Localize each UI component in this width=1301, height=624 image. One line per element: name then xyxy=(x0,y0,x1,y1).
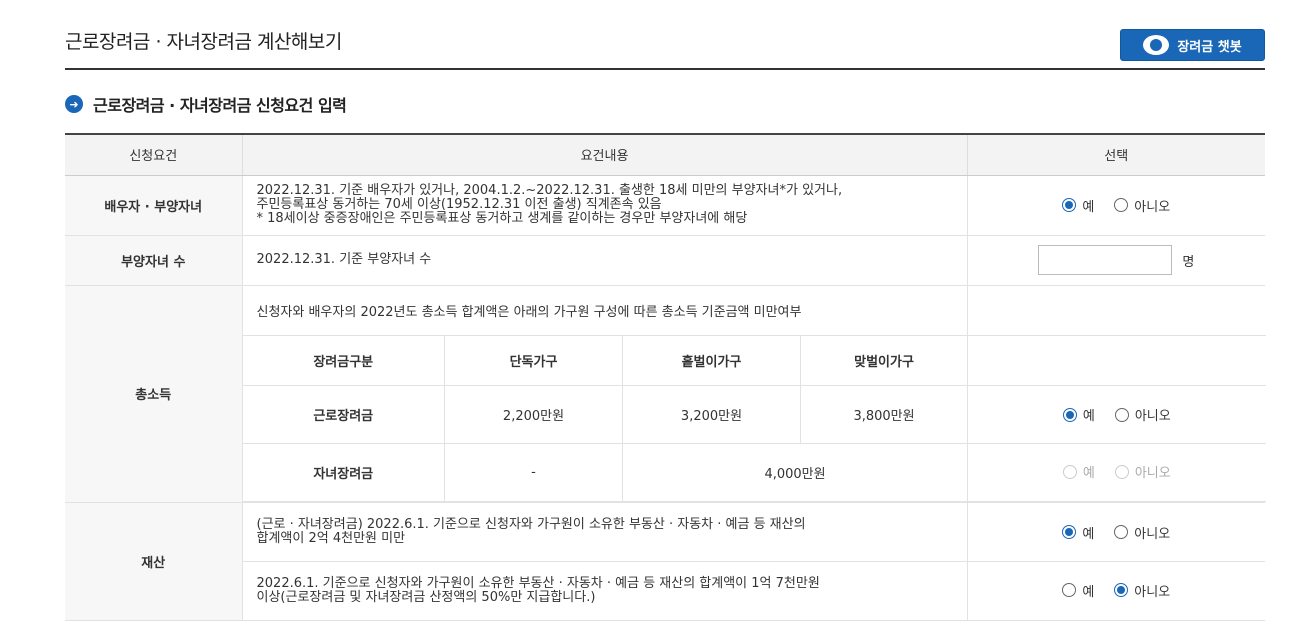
empty-cell xyxy=(967,335,1266,386)
sub-cell: 자녀장려금 xyxy=(242,443,445,502)
header-content: 요건내용 xyxy=(242,133,968,176)
radio-label: 아니오 xyxy=(1134,526,1171,542)
income-subtable: 신청자와 배우자의 2022년도 총소득 합계액은 아래의 가구원 구성에 따른… xyxy=(242,285,1266,502)
label-spouse: 배우자 · 부양자녀 xyxy=(65,175,243,236)
select-property-2: 예 아니오 xyxy=(967,561,1265,621)
income-block: 신청자와 배우자의 2022년도 총소득 합계액은 아래의 가구원 구성에 따른… xyxy=(242,285,1266,503)
children-count-input[interactable] xyxy=(1038,245,1173,275)
select-property-1: 예 아니오 xyxy=(967,502,1265,562)
radio-child-yes[interactable] xyxy=(1062,464,1077,479)
section-title: ➜ 근로장려금 · 자녀장려금 신청요건 입력 xyxy=(65,93,1265,115)
table-row-income: 총소득 신청자와 배우자의 2022년도 총소득 합계액은 아래의 가구원 구성… xyxy=(65,285,1266,503)
label-children: 부양자녀 수 xyxy=(65,235,243,286)
sub-header: 맞벌이가구 xyxy=(799,335,969,386)
page: 근로장려금 · 자녀장려금 계산해보기 장려금 챗봇 ➜ 근로장려금 · 자녀장… xyxy=(65,0,1266,621)
radio-label: 예 xyxy=(1082,409,1095,424)
sub-cell: 3,200만원 xyxy=(622,385,801,444)
content-line: 합계액이 2억 4천만원 미만 xyxy=(256,531,406,546)
radio-label: 예 xyxy=(1082,466,1095,482)
arrow-right-icon: ➜ xyxy=(65,95,83,113)
radio-label: 아니오 xyxy=(1134,199,1171,215)
section-title-text: 근로장려금 · 자녀장려금 신청요건 입력 xyxy=(93,96,347,115)
content-line: 2022.12.31. 기준 배우자가 있거나, 2004.1.2.~2022.… xyxy=(256,183,843,198)
sub-cell: 2,200만원 xyxy=(444,385,623,444)
radio-label: 예 xyxy=(1082,526,1095,542)
radio-property2-yes[interactable] xyxy=(1062,583,1077,598)
chatbot-label: 장려금 챗봇 xyxy=(1177,39,1242,55)
radio-label: 예 xyxy=(1082,199,1095,215)
sub-cell: - xyxy=(444,443,623,502)
radio-label: 아니오 xyxy=(1134,466,1171,482)
sub-cell: 4,000만원 xyxy=(621,443,969,502)
header-select: 선택 xyxy=(967,133,1265,176)
content-line: 2022.6.1. 기준으로 신청자와 가구원이 소유한 부동산 · 자동차 ·… xyxy=(256,576,820,591)
radio-property2-no[interactable] xyxy=(1114,583,1129,598)
label-property: 재산 xyxy=(65,502,243,621)
radio-work-no[interactable] xyxy=(1114,407,1129,422)
radio-work-yes[interactable] xyxy=(1062,407,1077,422)
select-income-child: 예 아니오 xyxy=(967,443,1266,502)
radio-spouse-yes[interactable] xyxy=(1062,198,1077,212)
content-property-2: 2022.6.1. 기준으로 신청자와 가구원이 소유한 부동산 · 자동차 ·… xyxy=(242,561,968,621)
select-income-work: 예 아니오 xyxy=(967,385,1266,444)
content-line: (근로 · 자녀장려금) 2022.6.1. 기준으로 신청자와 가구원이 소유… xyxy=(256,517,806,532)
chatbot-icon xyxy=(1143,35,1170,55)
content-children: 2022.12.31. 기준 부양자녀 수 xyxy=(242,235,968,286)
table-row-property-2: 2022.6.1. 기준으로 신청자와 가구원이 소유한 부동산 · 자동차 ·… xyxy=(65,561,1265,621)
header-requirement: 신청요건 xyxy=(65,133,243,176)
requirements-table: 신청요건 요건내용 선택 배우자 · 부양자녀 2022.12.31. 기준 배… xyxy=(65,133,1266,621)
table-row-children: 부양자녀 수 2022.12.31. 기준 부양자녀 수 명 xyxy=(65,235,1265,286)
sub-cell: 근로장려금 xyxy=(242,385,445,444)
page-title: 근로장려금 · 자녀장려금 계산해보기 xyxy=(65,31,342,53)
chatbot-button[interactable]: 장려금 챗봇 xyxy=(1120,29,1265,61)
radio-property1-no[interactable] xyxy=(1114,525,1129,539)
sub-header: 장려금구분 xyxy=(242,335,445,386)
content-line: 이상(근로장려금 및 자녀장려금 산정액의 50%만 지급합니다.) xyxy=(256,590,596,605)
radio-spouse-no[interactable] xyxy=(1114,198,1129,212)
sub-header: 단독가구 xyxy=(444,335,623,386)
content-line: * 18세이상 중증장애인은 주민등록표상 동거하고 생계를 같이하는 경우만 … xyxy=(256,211,748,226)
select-children: 명 xyxy=(967,235,1265,286)
income-intro: 신청자와 배우자의 2022년도 총소득 합계액은 아래의 가구원 구성에 따른… xyxy=(242,285,969,336)
radio-label: 아니오 xyxy=(1134,584,1171,600)
unit-label: 명 xyxy=(1182,254,1195,270)
content-line: 주민등록표상 동거하는 70세 이상(1952.12.31 이전 출생) 직계존… xyxy=(256,197,662,212)
empty-cell xyxy=(967,285,1266,336)
sub-header: 홑벌이가구 xyxy=(622,335,801,386)
header: 근로장려금 · 자녀장려금 계산해보기 장려금 챗봇 xyxy=(65,0,1265,70)
content-property-1: (근로 · 자녀장려금) 2022.6.1. 기준으로 신청자와 가구원이 소유… xyxy=(242,502,968,562)
radio-label: 예 xyxy=(1082,584,1095,600)
label-income: 총소득 xyxy=(65,285,243,503)
radio-label: 아니오 xyxy=(1134,409,1171,424)
radio-property1-yes[interactable] xyxy=(1062,525,1077,539)
select-spouse: 예 아니오 xyxy=(967,175,1265,236)
sub-cell: 3,800만원 xyxy=(799,385,969,444)
content-spouse: 2022.12.31. 기준 배우자가 있거나, 2004.1.2.~2022.… xyxy=(242,175,968,236)
radio-child-no[interactable] xyxy=(1114,464,1129,479)
table-row-property-1: 재산 (근로 · 자녀장려금) 2022.6.1. 기준으로 신청자와 가구원이… xyxy=(65,502,1265,621)
table-row-spouse: 배우자 · 부양자녀 2022.12.31. 기준 배우자가 있거나, 2004… xyxy=(65,175,1265,236)
